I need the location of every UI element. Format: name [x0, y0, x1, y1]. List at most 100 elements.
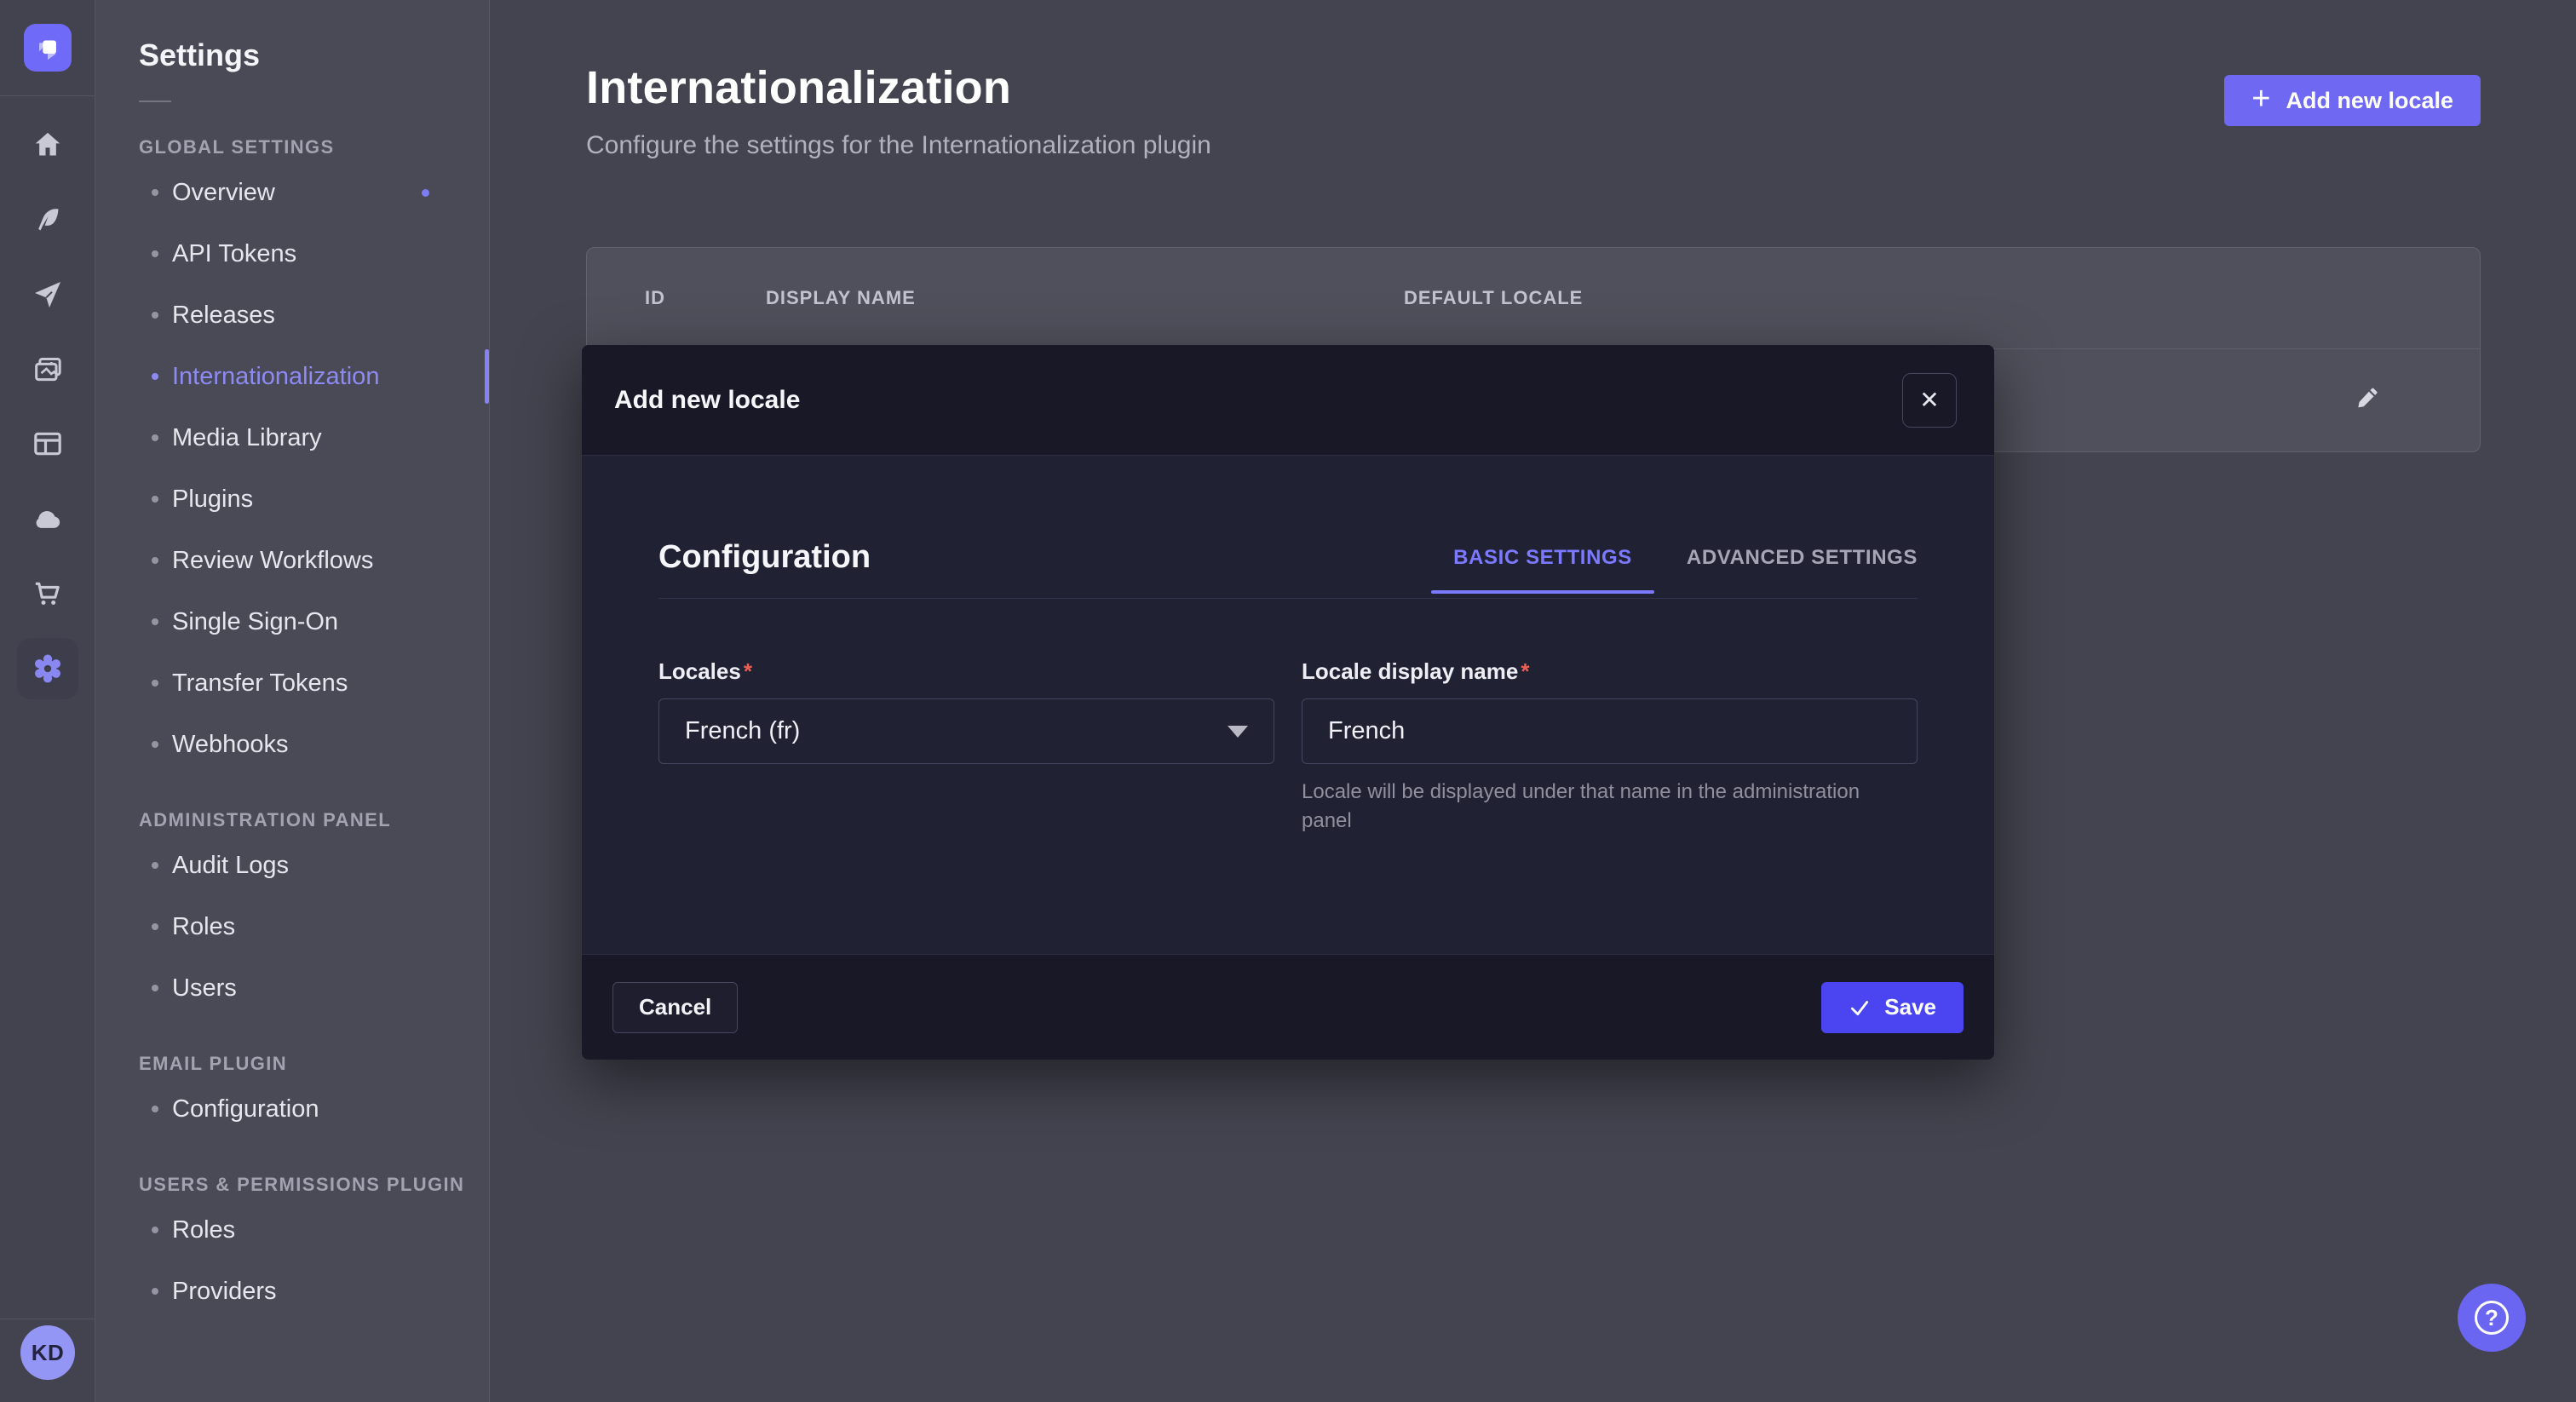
sidebar-item-label: API Tokens [172, 240, 296, 268]
strapi-logo[interactable] [24, 24, 72, 72]
close-modal-button[interactable]: ✕ [1902, 373, 1957, 428]
modal-body: Configuration BASIC SETTINGSADVANCED SET… [582, 456, 1994, 954]
sidebar-item-roles[interactable]: Roles [95, 896, 489, 957]
locales-label: Locales* [658, 658, 1274, 685]
feather-icon[interactable] [29, 201, 66, 238]
modal-header: Add new locale ✕ [582, 345, 1994, 456]
help-button[interactable]: ? [2458, 1284, 2526, 1352]
sidebar-item-label: Roles [172, 1216, 235, 1244]
settings-tabs: BASIC SETTINGS ADVANCED SETTINGS [1453, 546, 1918, 570]
cancel-button[interactable]: Cancel [612, 982, 738, 1033]
rail-divider [0, 95, 95, 96]
sidebar-item-label: Providers [172, 1278, 277, 1306]
sidebar-item-label: Internationalization [172, 363, 379, 391]
sidebar-item-label: Webhooks [172, 731, 289, 759]
sidebar-item-label: Overview [172, 179, 275, 207]
layout-icon[interactable] [29, 425, 66, 463]
sidebar-item-media-library[interactable]: Media Library [95, 407, 489, 468]
tab-advanced-settings[interactable]: ADVANCED SETTINGS [1687, 546, 1918, 570]
sidebar-item-label: Users [172, 974, 237, 1003]
edit-locale-button[interactable] [2349, 382, 2386, 419]
bullet-icon [152, 557, 158, 564]
sidebar-item-label: Audit Logs [172, 852, 289, 880]
check-icon [1849, 997, 1871, 1019]
gear-icon[interactable] [17, 638, 78, 699]
locales-select-value: French (fr) [685, 717, 800, 745]
sidebar-item-audit-logs[interactable]: Audit Logs [95, 835, 489, 896]
add-new-locale-label: Add new locale [2286, 88, 2453, 114]
column-header-id: ID [645, 287, 766, 309]
locale-form: Locales* French (fr) Locale display name… [658, 658, 1918, 835]
sidebar-title-divider [139, 101, 171, 102]
strapi-logo-glyph [33, 33, 62, 62]
sidebar-section: ADMINISTRATION PANEL Audit Logs Roles Users [95, 809, 489, 1019]
sidebar-title: Settings [95, 37, 489, 73]
column-header-default-locale: DEFAULT LOCALE [1404, 287, 2480, 309]
sidebar-item-label: Roles [172, 913, 235, 941]
sidebar-item-releases[interactable]: Releases [95, 284, 489, 346]
sidebar-item-label: Transfer Tokens [172, 669, 348, 698]
sidebar-section: USERS & PERMISSIONS PLUGIN Roles Providers [95, 1174, 489, 1322]
sidebar-item-label: Single Sign-On [172, 608, 338, 636]
modal-footer: Cancel Save [582, 954, 1994, 1060]
sidebar-item-users[interactable]: Users [95, 957, 489, 1019]
images-icon[interactable] [29, 351, 66, 388]
cloud-icon[interactable] [29, 500, 66, 537]
bullet-icon [152, 434, 158, 441]
save-button[interactable]: Save [1821, 982, 1964, 1033]
sidebar-item-roles[interactable]: Roles [95, 1199, 489, 1261]
bullet-icon [152, 312, 158, 319]
sidebar-item-single-sign-on[interactable]: Single Sign-On [95, 591, 489, 652]
sidebar-section: GLOBAL SETTINGSOverviewAPI TokensRelease… [95, 136, 489, 775]
sidebar-item-label: Media Library [172, 424, 322, 452]
required-asterisk: * [744, 658, 752, 684]
main-nav-rail: KD [0, 0, 95, 1402]
plus-icon: + [2251, 83, 2270, 115]
home-icon[interactable] [29, 126, 66, 164]
send-icon[interactable] [29, 276, 66, 313]
bullet-icon [152, 680, 158, 687]
locales-select[interactable]: French (fr) [658, 698, 1274, 764]
sidebar-section-label: ADMINISTRATION PANEL [95, 809, 489, 831]
configuration-header-row: Configuration BASIC SETTINGSADVANCED SET… [658, 539, 1918, 599]
save-label: Save [1884, 994, 1936, 1020]
user-avatar[interactable]: KD [20, 1325, 75, 1380]
sidebar-section: EMAIL PLUGINConfiguration [95, 1053, 489, 1140]
table-header-row: IDDISPLAY NAMEDEFAULT LOCALE [587, 248, 2480, 349]
sidebar-item-internationalization[interactable]: Internationalization [95, 346, 489, 407]
pencil-icon [2353, 386, 2382, 415]
bullet-icon [152, 1106, 158, 1112]
bullet-icon [152, 1227, 158, 1233]
display-name-field-group: Locale display name* Locale will be disp… [1302, 658, 1918, 835]
add-new-locale-button[interactable]: + Add new locale [2224, 75, 2481, 126]
sidebar-item-label: Configuration [172, 1095, 319, 1123]
tab-basic-settings[interactable]: BASIC SETTINGS [1453, 546, 1632, 570]
bullet-icon [152, 741, 158, 748]
bullet-icon [152, 1288, 158, 1295]
page-subtitle: Configure the settings for the Internati… [586, 131, 1211, 160]
close-icon: ✕ [1919, 386, 1939, 414]
bullet-icon [152, 496, 158, 503]
settings-sidebar: Settings GLOBAL SETTINGSOverviewAPI Toke… [95, 0, 490, 1402]
sidebar-item-overview[interactable]: Overview [95, 162, 489, 223]
bullet-icon [152, 862, 158, 869]
display-name-helper-text: Locale will be displayed under that name… [1302, 778, 1898, 835]
bullet-icon [152, 985, 158, 991]
sidebar-item-plugins[interactable]: Plugins [95, 468, 489, 530]
app-root: KD Settings GLOBAL SETTINGSOverviewAPI T… [0, 0, 2576, 1402]
cart-icon[interactable] [29, 575, 66, 612]
sidebar-item-label: Review Workflows [172, 547, 373, 575]
sidebar-item-api-tokens[interactable]: API Tokens [95, 223, 489, 284]
required-asterisk: * [1521, 658, 1529, 684]
modal-title: Add new locale [614, 386, 800, 415]
display-name-input[interactable] [1302, 698, 1918, 764]
page-title: Internationalization [586, 61, 1211, 114]
sidebar-item-review-workflows[interactable]: Review Workflows [95, 530, 489, 591]
sidebar-item-webhooks[interactable]: Webhooks [95, 714, 489, 775]
sidebar-item-transfer-tokens[interactable]: Transfer Tokens [95, 652, 489, 714]
locales-field-group: Locales* French (fr) [658, 658, 1274, 835]
sidebar-section-label: USERS & PERMISSIONS PLUGIN [95, 1174, 489, 1196]
sidebar-item-label: Plugins [172, 486, 253, 514]
sidebar-item-providers[interactable]: Providers [95, 1261, 489, 1322]
sidebar-item-configuration[interactable]: Configuration [95, 1078, 489, 1140]
